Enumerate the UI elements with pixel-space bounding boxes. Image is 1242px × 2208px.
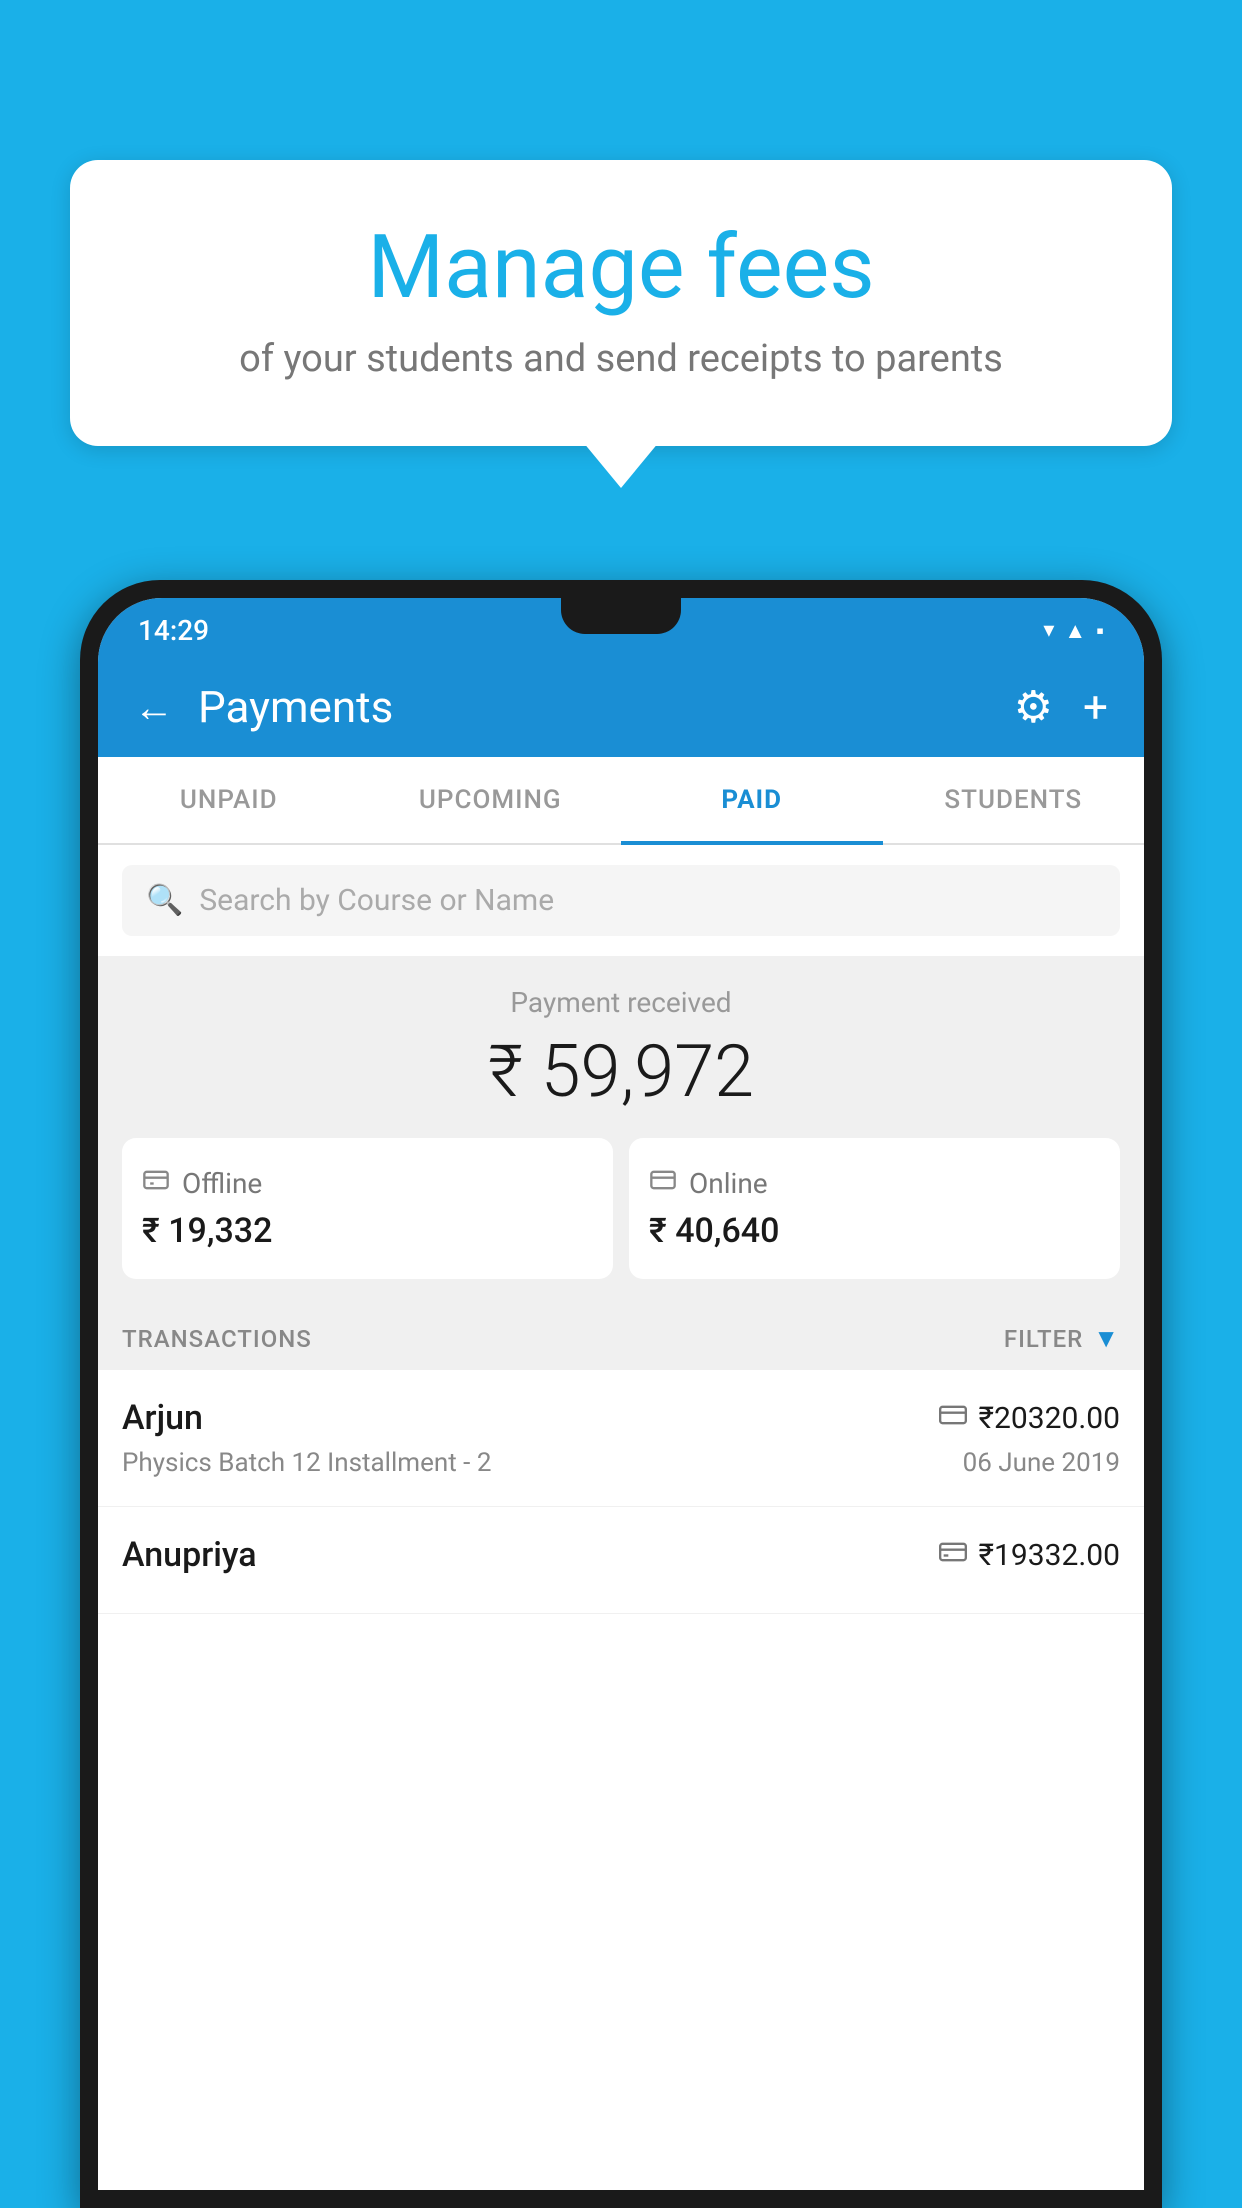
status-icons: ▾ ▲ ▪ (1043, 618, 1104, 644)
online-icon (649, 1166, 677, 1201)
tab-upcoming[interactable]: UPCOMING (360, 757, 622, 843)
transaction-list: Arjun ₹20320.00 Physics Batch 12 Install… (98, 1370, 1144, 2190)
offline-card: Offline ₹ 19,332 (122, 1138, 613, 1279)
table-row[interactable]: Anupriya ₹19332.00 (98, 1507, 1144, 1614)
phone-screen: 14:29 ▾ ▲ ▪ ← Payments ⚙ + UNPAID (98, 598, 1144, 2190)
offline-icon (142, 1166, 170, 1201)
back-button[interactable]: ← (134, 684, 174, 731)
tab-students[interactable]: STUDENTS (883, 757, 1145, 843)
online-payment-icon (939, 1403, 967, 1433)
bubble-title: Manage fees (120, 220, 1122, 317)
status-time: 14:29 (138, 614, 209, 647)
transaction-amount-wrap: ₹20320.00 (939, 1401, 1120, 1436)
transactions-header: TRANSACTIONS FILTER ▼ (98, 1299, 1144, 1370)
signal-icon: ▲ (1064, 618, 1086, 644)
offline-label: Offline (182, 1167, 262, 1200)
payment-total-amount: ₹ 59,972 (122, 1029, 1120, 1114)
filter-label: FILTER (1004, 1325, 1083, 1353)
transaction-name: Anupriya (122, 1535, 257, 1575)
header-left: ← Payments (134, 681, 393, 733)
search-input[interactable]: Search by Course or Name (199, 883, 554, 918)
payment-cards: Offline ₹ 19,332 Online ₹ 4 (122, 1138, 1120, 1279)
online-card-header: Online (649, 1166, 768, 1201)
wifi-icon: ▾ (1043, 618, 1054, 643)
bubble-subtitle: of your students and send receipts to pa… (120, 337, 1122, 381)
filter-icon: ▼ (1093, 1323, 1120, 1354)
header-title: Payments (198, 681, 393, 733)
online-label: Online (689, 1167, 768, 1200)
battery-icon: ▪ (1096, 618, 1104, 644)
phone-frame: 14:29 ▾ ▲ ▪ ← Payments ⚙ + UNPAID (80, 580, 1162, 2208)
transaction-amount: ₹19332.00 (979, 1538, 1120, 1573)
offline-card-header: Offline (142, 1166, 262, 1201)
filter-button[interactable]: FILTER ▼ (1004, 1323, 1120, 1354)
offline-amount: ₹ 19,332 (142, 1211, 272, 1251)
phone-notch (561, 598, 681, 634)
transaction-course: Physics Batch 12 Installment - 2 (122, 1448, 491, 1478)
search-icon: 🔍 (146, 883, 183, 918)
payment-received-label: Payment received (122, 986, 1120, 1019)
transaction-name: Arjun (122, 1398, 203, 1438)
speech-bubble: Manage fees of your students and send re… (70, 160, 1172, 446)
transaction-row-top: Anupriya ₹19332.00 (122, 1535, 1120, 1575)
tab-unpaid[interactable]: UNPAID (98, 757, 360, 843)
transaction-row-bottom: Physics Batch 12 Installment - 2 06 June… (122, 1448, 1120, 1478)
transaction-amount-wrap: ₹19332.00 (939, 1538, 1120, 1573)
search-container: 🔍 Search by Course or Name (98, 845, 1144, 956)
tabs: UNPAID UPCOMING PAID STUDENTS (98, 757, 1144, 845)
transaction-amount: ₹20320.00 (979, 1401, 1120, 1436)
settings-icon[interactable]: ⚙ (1014, 681, 1053, 733)
transactions-label: TRANSACTIONS (122, 1325, 312, 1353)
transaction-date: 06 June 2019 (963, 1448, 1120, 1478)
online-card: Online ₹ 40,640 (629, 1138, 1120, 1279)
app-header: ← Payments ⚙ + (98, 657, 1144, 757)
header-right: ⚙ + (1014, 681, 1108, 733)
table-row[interactable]: Arjun ₹20320.00 Physics Batch 12 Install… (98, 1370, 1144, 1507)
payment-summary: Payment received ₹ 59,972 Offline (98, 956, 1144, 1299)
offline-payment-icon (939, 1540, 967, 1570)
online-amount: ₹ 40,640 (649, 1211, 779, 1251)
search-box[interactable]: 🔍 Search by Course or Name (122, 865, 1120, 936)
transaction-row-top: Arjun ₹20320.00 (122, 1398, 1120, 1438)
tab-paid[interactable]: PAID (621, 757, 883, 843)
add-icon[interactable]: + (1083, 681, 1108, 733)
